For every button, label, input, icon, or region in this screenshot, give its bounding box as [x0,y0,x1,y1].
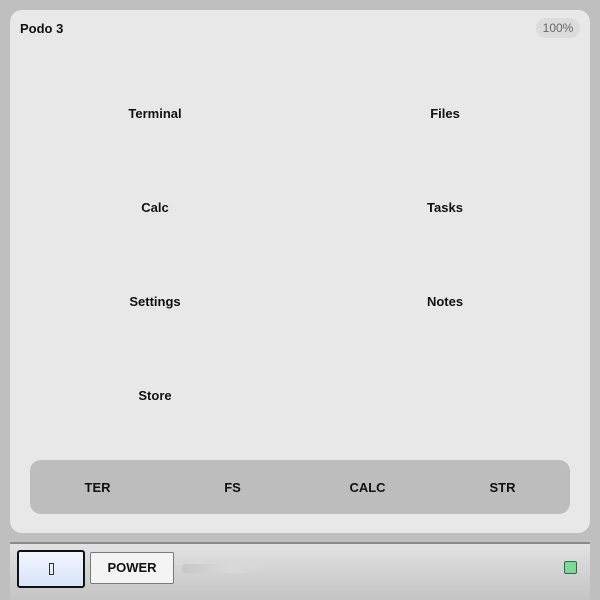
battery-badge: 100% [536,18,580,38]
status-led [564,561,577,574]
dock-item-calc[interactable]: CALC [300,480,435,495]
dock-item-terminal[interactable]: TER [30,480,165,495]
device-screen: Podo 3 100% Terminal Files Calc Tasks Se… [10,10,590,533]
app-calc[interactable]: Calc [10,160,300,254]
hardware-bar: POWER [10,542,590,600]
app-tasks[interactable]: Tasks [300,160,590,254]
dock: TER FS CALC STR [30,460,570,514]
app-notes[interactable]: Notes [300,254,590,348]
dock-item-store[interactable]: STR [435,480,570,495]
app-terminal[interactable]: Terminal [10,66,300,160]
app-grid: Terminal Files Calc Tasks Settings Notes… [10,66,590,442]
dock-item-files[interactable]: FS [165,480,300,495]
device-title: Podo 3 [20,21,64,36]
menu-icon [48,563,54,575]
app-settings[interactable]: Settings [10,254,300,348]
power-button[interactable]: POWER [90,552,174,584]
app-store[interactable]: Store [10,348,300,442]
menu-button[interactable] [17,550,85,588]
app-files[interactable]: Files [300,66,590,160]
progress-track [182,564,260,573]
